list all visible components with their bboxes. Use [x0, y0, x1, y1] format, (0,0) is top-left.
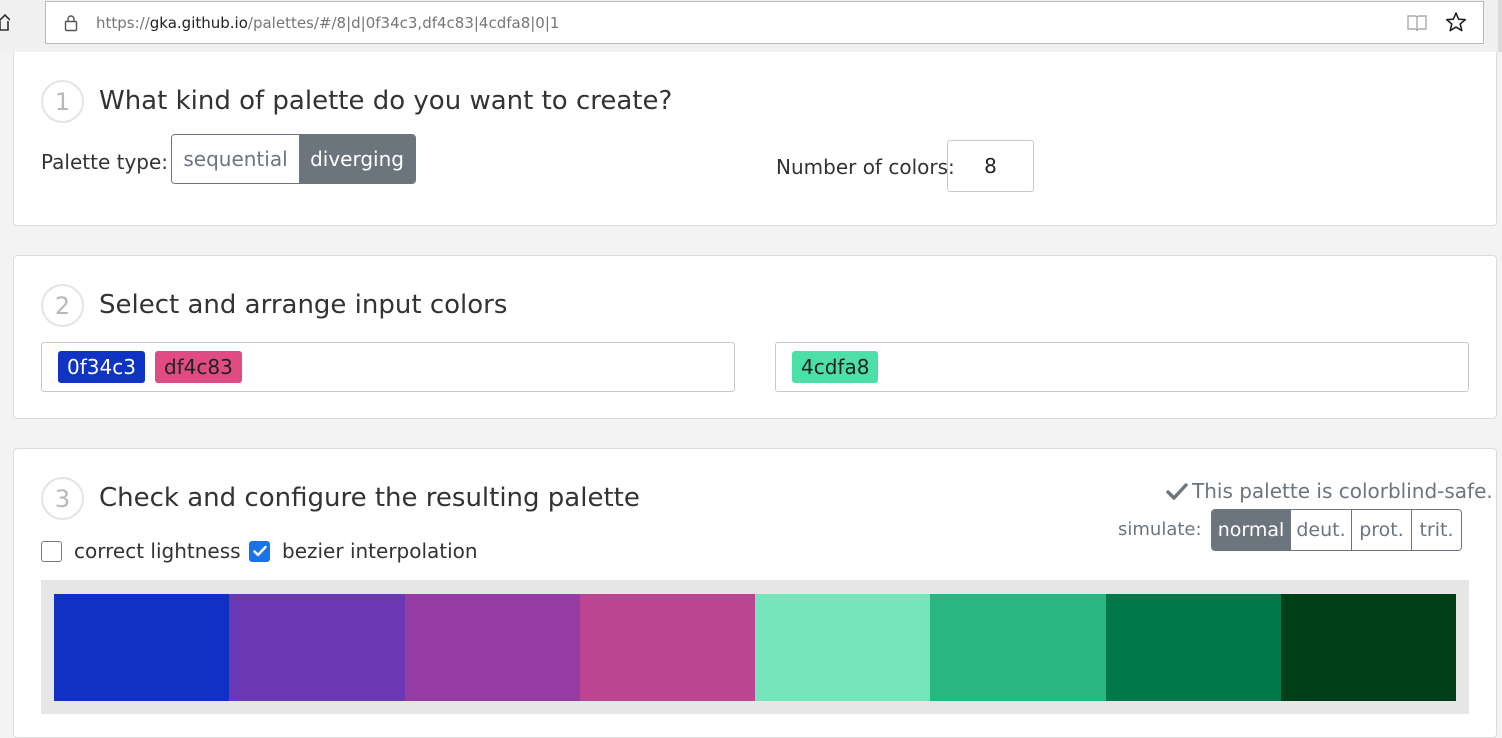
number-of-colors-label: Number of colors:: [776, 155, 955, 179]
sequential-button[interactable]: sequential: [172, 135, 299, 183]
right-colors-input[interactable]: 4cdfa8: [775, 342, 1469, 392]
diverging-button[interactable]: diverging: [299, 135, 415, 183]
step1-title: What kind of palette do you want to crea…: [99, 86, 673, 116]
palette-swatch[interactable]: [930, 594, 1106, 701]
bezier-interpolation-option[interactable]: bezier interpolation: [249, 539, 478, 563]
palette-swatch[interactable]: [229, 594, 405, 701]
simulate-prot-button[interactable]: prot.: [1351, 510, 1411, 550]
color-tag[interactable]: df4c83: [154, 351, 242, 383]
step-number-badge: 1: [41, 80, 84, 123]
simulate-trit-button[interactable]: trit.: [1411, 510, 1461, 550]
colorblind-safe-text: This palette is colorblind-safe.: [1192, 479, 1493, 503]
number-of-colors-input[interactable]: 8: [947, 140, 1034, 192]
palette-swatch[interactable]: [755, 594, 931, 701]
colorblind-safe-message: This palette is colorblind-safe.: [1166, 479, 1493, 503]
favorite-star-icon[interactable]: [1445, 11, 1467, 33]
palette-type-label: Palette type:: [41, 150, 169, 174]
simulate-normal-button[interactable]: normal: [1212, 510, 1290, 550]
palette-swatch[interactable]: [54, 594, 230, 701]
step-number-badge: 2: [41, 284, 84, 327]
url-scheme: https://: [96, 14, 150, 32]
correct-lightness-option[interactable]: correct lightness: [41, 539, 241, 563]
lock-icon: [64, 15, 78, 32]
correct-lightness-label: correct lightness: [74, 539, 241, 563]
step1-card: 1 What kind of palette do you want to cr…: [13, 52, 1497, 226]
simulate-label: simulate:: [1118, 519, 1202, 540]
step3-card: 3 Check and configure the resulting pale…: [13, 448, 1497, 738]
address-bar[interactable]: https://gka.github.io/palettes/#/8|d|0f3…: [45, 1, 1484, 44]
url-text[interactable]: https://gka.github.io/palettes/#/8|d|0f3…: [96, 14, 559, 32]
step-number-badge: 3: [41, 477, 84, 520]
step2-card: 2 Select and arrange input colors 0f34c3…: [13, 255, 1497, 419]
correct-lightness-checkbox[interactable]: [41, 540, 62, 562]
browser-toolbar: https://gka.github.io/palettes/#/8|d|0f3…: [0, 0, 1502, 52]
palette-swatch[interactable]: [404, 594, 580, 701]
url-host: gka.github.io: [149, 14, 248, 32]
palette-preview: [41, 580, 1469, 714]
simulate-toggle: normal deut. prot. trit.: [1211, 509, 1462, 551]
step3-title: Check and configure the resulting palett…: [99, 483, 640, 513]
left-colors-input[interactable]: 0f34c3 df4c83: [41, 342, 735, 392]
checkmark-icon: [252, 545, 267, 557]
home-icon[interactable]: [0, 12, 10, 32]
checkmark-icon: [1166, 483, 1188, 500]
simulate-deut-button[interactable]: deut.: [1290, 510, 1351, 550]
bezier-interpolation-checkbox[interactable]: [249, 540, 270, 562]
palette-swatch[interactable]: [1280, 594, 1456, 701]
color-tag[interactable]: 4cdfa8: [792, 351, 879, 383]
bezier-interpolation-label: bezier interpolation: [282, 539, 478, 563]
palette-type-toggle: sequential diverging: [171, 134, 416, 184]
palette-strip: [54, 594, 1456, 701]
url-path: /palettes/#/8|d|0f34c3,df4c83|4cdfa8|0|1: [247, 14, 560, 32]
color-tag[interactable]: 0f34c3: [58, 351, 145, 383]
palette-swatch[interactable]: [1105, 594, 1281, 701]
palette-swatch[interactable]: [579, 594, 755, 701]
scrollbar[interactable]: [1498, 0, 1502, 52]
reading-view-icon[interactable]: [1406, 13, 1428, 33]
step2-title: Select and arrange input colors: [99, 290, 508, 320]
